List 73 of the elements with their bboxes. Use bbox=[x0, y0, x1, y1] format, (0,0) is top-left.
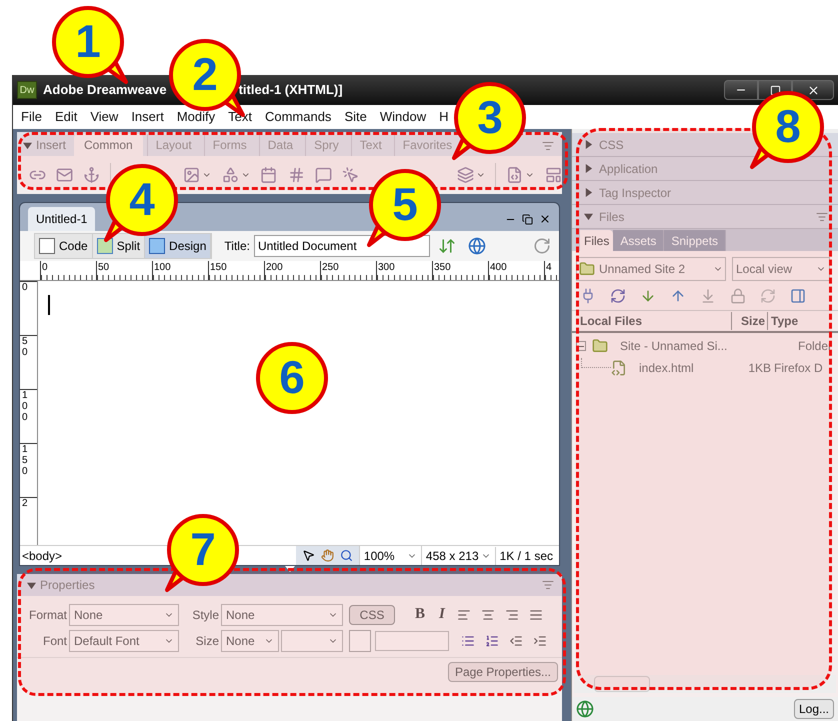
menu-item[interactable]: Window bbox=[380, 107, 426, 127]
ruler-label: 150 bbox=[22, 444, 28, 477]
combo-value: None bbox=[74, 606, 103, 624]
ruler-label: 400 bbox=[489, 261, 507, 274]
field-label: Font bbox=[42, 632, 68, 650]
ruler-label: 200 bbox=[265, 261, 283, 274]
page-properties-button[interactable]: Page Properties... bbox=[448, 662, 558, 682]
menu-item[interactable]: Modify bbox=[176, 107, 216, 127]
format-dropdown[interactable]: None bbox=[69, 604, 179, 626]
ruler-label: 100 bbox=[153, 261, 171, 274]
style-dropdown[interactable]: None bbox=[221, 604, 343, 626]
panel-header[interactable]: Application bbox=[572, 157, 838, 181]
file-name: Site - Unnamed Si... bbox=[620, 338, 728, 355]
file-type: Firefox D bbox=[774, 360, 823, 377]
combo-value: Default Font bbox=[74, 632, 140, 650]
menu-item[interactable]: Edit bbox=[54, 107, 78, 127]
download-time: 1K / 1 sec bbox=[494, 546, 559, 564]
column-header[interactable]: Local Files bbox=[572, 312, 732, 330]
ruler-label: 350 bbox=[433, 261, 451, 274]
ruler-label: 4 bbox=[545, 261, 552, 274]
ruler-label: 300 bbox=[377, 261, 395, 274]
menu-item[interactable]: File bbox=[21, 107, 42, 127]
panel-title[interactable]: Application bbox=[599, 160, 658, 178]
column-header[interactable]: Size bbox=[732, 312, 768, 330]
field-label: Format bbox=[28, 606, 68, 624]
menu-item[interactable]: Site bbox=[344, 107, 367, 127]
app-logo: Dw bbox=[17, 81, 37, 99]
tree-row[interactable]: index.html 1KB Firefox D bbox=[572, 357, 838, 379]
combo-value: None bbox=[226, 632, 255, 650]
panel-title[interactable]: Files bbox=[599, 208, 624, 226]
view-button[interactable]: Design bbox=[145, 234, 212, 258]
menu-item[interactable]: View bbox=[90, 107, 118, 127]
site-dropdown[interactable]: Unnamed Site 2 bbox=[576, 257, 726, 281]
column-header[interactable]: Type bbox=[768, 312, 798, 330]
ruler-label: 50 bbox=[22, 336, 28, 358]
panel-title[interactable]: Tag Inspector bbox=[599, 184, 672, 202]
ruler-label: 0 bbox=[22, 282, 28, 293]
file-name: index.html bbox=[639, 360, 695, 377]
field-label: Size bbox=[194, 632, 220, 650]
bold-button[interactable]: B bbox=[415, 603, 426, 626]
panel-header[interactable]: Files bbox=[572, 205, 838, 229]
ruler-label: 150 bbox=[209, 261, 227, 274]
files-tab[interactable]: Files bbox=[580, 230, 614, 251]
ruler-label: 250 bbox=[321, 261, 339, 274]
panel-title[interactable]: Properties bbox=[40, 576, 95, 594]
size-dropdown[interactable]: None bbox=[221, 630, 279, 652]
title-input[interactable]: Untitled Document bbox=[254, 235, 430, 257]
tag-selector[interactable]: <body> bbox=[20, 546, 62, 564]
view-button[interactable]: Code bbox=[35, 234, 93, 258]
window-title: Adobe Dreamweave bbox=[43, 81, 167, 100]
ruler-label: 100 bbox=[22, 390, 28, 423]
font-dropdown[interactable]: Default Font bbox=[69, 630, 179, 652]
menu-item[interactable]: Insert bbox=[131, 107, 164, 127]
field-label: Style bbox=[191, 606, 220, 624]
panel-title[interactable]: Insert bbox=[36, 136, 66, 154]
panel-title[interactable]: CSS bbox=[599, 136, 624, 154]
insert-tab[interactable]: Common bbox=[74, 134, 143, 156]
menu-item[interactable]: H bbox=[439, 107, 448, 127]
panel-header[interactable]: Tag Inspector bbox=[572, 181, 838, 205]
window-size-dropdown[interactable]: 458 x 213 bbox=[420, 546, 495, 565]
ruler-label: 0 bbox=[41, 261, 48, 274]
italic-button[interactable]: I bbox=[439, 603, 445, 626]
file-size: 1KB bbox=[747, 360, 771, 377]
css-button[interactable]: CSS bbox=[349, 604, 395, 624]
ruler-label: 2 bbox=[22, 498, 28, 509]
document-tab[interactable]: Untitled-1 bbox=[28, 207, 96, 231]
view-dropdown[interactable]: Local view bbox=[732, 257, 830, 281]
combo-value: None bbox=[226, 606, 255, 624]
menu-item[interactable]: Commands bbox=[264, 107, 332, 127]
log-button[interactable]: Log... bbox=[794, 699, 834, 719]
title-label: Title: bbox=[224, 238, 250, 255]
ruler-label: 50 bbox=[97, 261, 110, 274]
window-title: titled-1 (XHTML)] bbox=[238, 81, 343, 100]
